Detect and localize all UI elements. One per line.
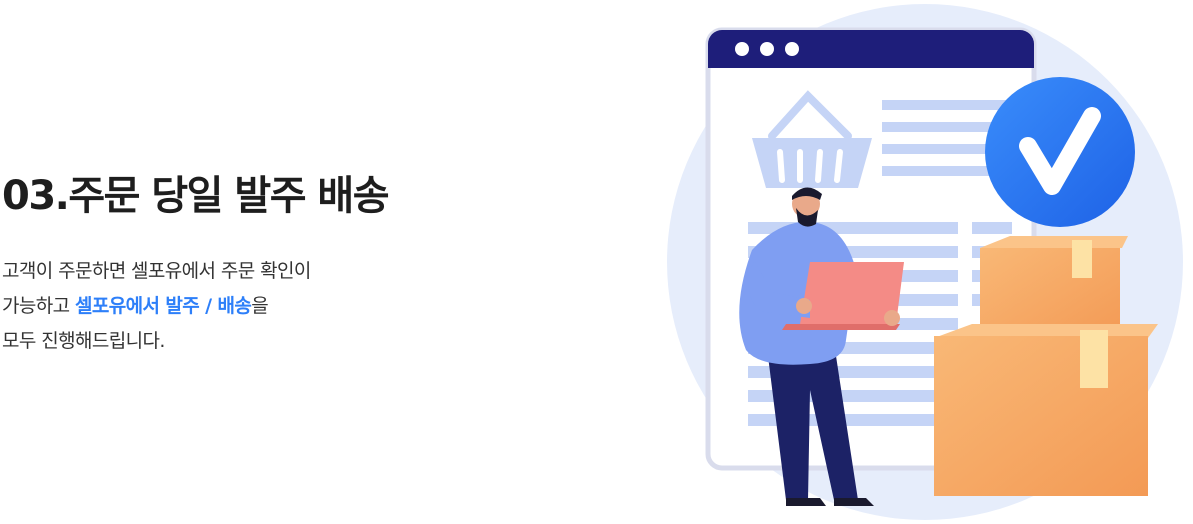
description-line-2-suffix: 을 — [251, 295, 269, 317]
section-text: 03.주문 당일 발주 배송 고객이 주문하면 셀포유에서 주문 확인이 가능하… — [2, 166, 562, 359]
window-dots-icon — [735, 42, 799, 56]
section-title: 03.주문 당일 발주 배송 — [2, 173, 390, 219]
check-badge — [985, 77, 1135, 227]
order-shipping-illustration — [667, 4, 1183, 520]
description-line-2-prefix: 가능하고 — [2, 295, 75, 317]
description-line-1: 고객이 주문하면 셀포유에서 주문 확인이 — [2, 260, 311, 282]
description-line-2: 가능하고 셀포유에서 발주 / 배송을 — [2, 289, 562, 324]
section-description: 고객이 주문하면 셀포유에서 주문 확인이 가능하고 셀포유에서 발주 / 배송… — [2, 254, 562, 359]
description-highlight: 셀포유에서 발주 / 배송 — [74, 295, 252, 317]
description-line-3: 모두 진행해드립니다. — [2, 330, 165, 352]
